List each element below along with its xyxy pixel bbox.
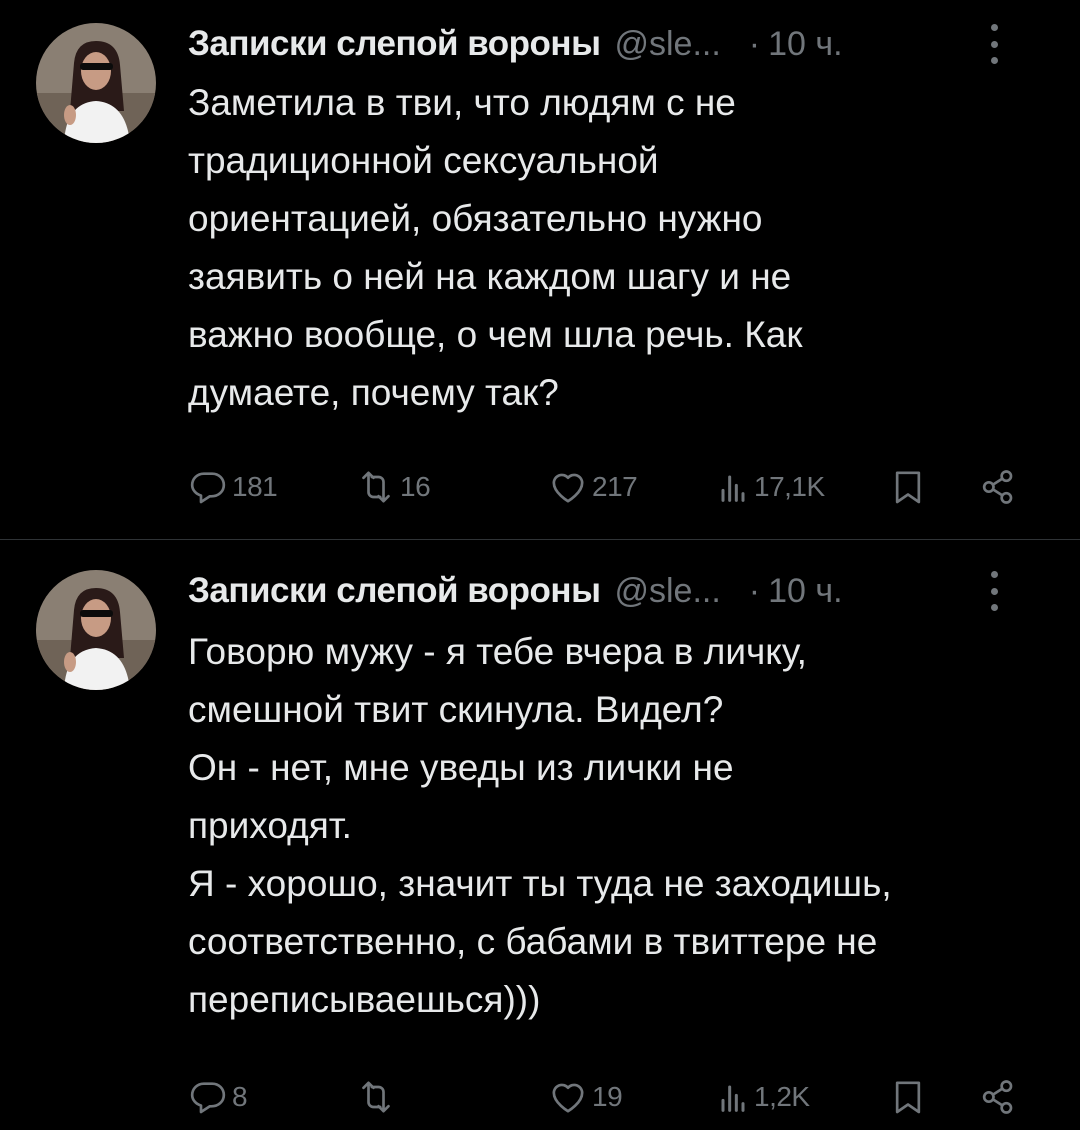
views-button[interactable]: 1,2K <box>716 1072 810 1122</box>
header-separator: · <box>748 571 761 610</box>
like-button[interactable]: 19 <box>548 1072 623 1122</box>
tweet-text: Говорю мужу - я тебе вчера в личку, смеш… <box>188 623 1044 1029</box>
reply-icon <box>190 1082 226 1114</box>
retweet-count: 16 <box>400 471 431 502</box>
tweet-text-line: думаете, почему так? <box>188 372 559 413</box>
bookmark-icon <box>895 1081 921 1114</box>
author-handle[interactable]: @sle... <box>614 25 720 64</box>
tweet-timestamp[interactable]: 10 ч. <box>768 572 842 611</box>
tweet-text-line: Он - нет, мне уведы из лички не <box>188 747 734 788</box>
bookmark-icon <box>895 471 921 504</box>
author-name[interactable]: Записки слепой вороны <box>188 24 601 64</box>
bookmark-button[interactable] <box>888 462 928 512</box>
tweet-actions: 8 19 1,2K <box>188 1072 1028 1122</box>
tweet[interactable]: Записки слепой вороны @sle... · 10 ч. Го… <box>0 541 1080 1130</box>
retweet-button[interactable] <box>356 1072 400 1122</box>
tweet-text: Заметила в тви, что людям с не традицион… <box>188 74 1044 422</box>
author-handle[interactable]: @sle... <box>614 572 720 611</box>
tweet-text-line: Я - хорошо, значит ты туда не заходишь, <box>188 863 892 904</box>
avatar-photo <box>36 23 156 143</box>
tweet-text-line: важно вообще, о чем шла речь. Как <box>188 314 803 355</box>
views-button[interactable]: 17,1K <box>716 462 825 512</box>
tweet-text-line: смешной твит скинула. Видел? <box>188 689 724 730</box>
tweet-text-line: соответственно, с бабами в твиттере не <box>188 921 878 962</box>
more-vertical-icon[interactable] <box>988 24 1000 64</box>
like-count: 19 <box>592 1081 623 1112</box>
retweet-icon <box>362 1081 390 1113</box>
reply-button[interactable]: 8 <box>188 1072 248 1122</box>
views-count: 17,1K <box>754 471 825 502</box>
tweet[interactable]: Записки слепой вороны @sle... · 10 ч. За… <box>0 0 1080 540</box>
reply-button[interactable]: 181 <box>188 462 278 512</box>
tweet-text-line: ориентацией, обязательно нужно <box>188 198 763 239</box>
tweet-text-line: приходят. <box>188 805 352 846</box>
tweet-text-line: Говорю мужу - я тебе вчера в личку, <box>188 631 807 672</box>
more-vertical-icon[interactable] <box>988 571 1000 611</box>
like-button[interactable]: 217 <box>548 462 638 512</box>
tweet-text-line: Заметила в тви, что людям с не <box>188 82 736 123</box>
share-icon <box>982 1080 1013 1114</box>
views-bar-chart-icon <box>721 475 745 502</box>
share-icon <box>982 470 1013 504</box>
header-separator: · <box>748 24 761 63</box>
tweet-text-line: заявить о ней на каждом шагу и не <box>188 256 792 297</box>
heart-icon <box>552 473 584 503</box>
author-name[interactable]: Записки слепой вороны <box>188 571 601 611</box>
reply-count: 8 <box>232 1081 248 1112</box>
tweet-text-line: переписываешься))) <box>188 979 541 1020</box>
tweet-timestamp[interactable]: 10 ч. <box>768 25 842 64</box>
like-count: 217 <box>592 471 638 502</box>
views-count: 1,2K <box>754 1081 810 1112</box>
share-button[interactable] <box>978 1072 1018 1122</box>
tweet-header: Записки слепой вороны @sle... · 10 ч. <box>188 566 1040 616</box>
retweet-button[interactable]: 16 <box>356 462 431 512</box>
tweet-header: Записки слепой вороны @sle... · 10 ч. <box>188 19 1040 69</box>
reply-count: 181 <box>232 471 278 502</box>
views-bar-chart-icon <box>721 1085 745 1112</box>
tweet-text-line: традиционной сексуальной <box>188 140 659 181</box>
author-avatar[interactable] <box>36 570 156 690</box>
share-button[interactable] <box>978 462 1018 512</box>
tweet-actions: 181 16 217 17,1K <box>188 462 1028 512</box>
reply-icon <box>190 472 226 504</box>
bookmark-button[interactable] <box>888 1072 928 1122</box>
author-avatar[interactable] <box>36 23 156 143</box>
retweet-icon <box>362 471 390 503</box>
heart-icon <box>552 1083 584 1113</box>
avatar-photo <box>36 570 156 690</box>
